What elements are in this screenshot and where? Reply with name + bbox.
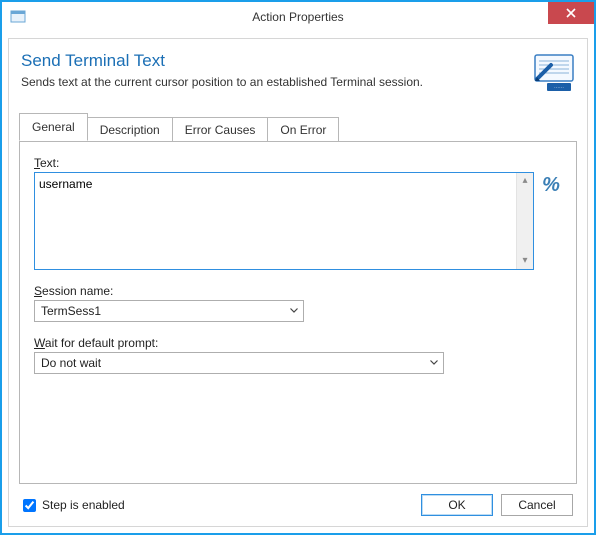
header-title: Send Terminal Text — [21, 51, 525, 71]
tab-description[interactable]: Description — [87, 117, 173, 142]
close-icon — [566, 8, 576, 18]
tab-general[interactable]: General — [19, 113, 88, 141]
terminal-keyboard-icon: ⋯⋯ — [533, 51, 575, 93]
text-input[interactable] — [35, 173, 516, 269]
step-enabled-label: Step is enabled — [42, 498, 125, 512]
svg-text:⋯⋯: ⋯⋯ — [554, 85, 564, 91]
dialog-body: Send Terminal Text Sends text at the cur… — [8, 38, 588, 527]
ok-button[interactable]: OK — [421, 494, 493, 516]
session-name-value: TermSess1 — [35, 304, 285, 318]
insert-variable-button[interactable]: % — [540, 174, 562, 197]
cancel-button[interactable]: Cancel — [501, 494, 573, 516]
dialog-window: Action Properties Send Terminal Text Sen… — [0, 0, 596, 535]
header-description: Sends text at the current cursor positio… — [21, 75, 525, 89]
app-icon — [10, 9, 26, 25]
tab-error-causes[interactable]: Error Causes — [172, 117, 269, 142]
session-name-combo[interactable]: TermSess1 — [34, 300, 304, 322]
session-name-label: Session name: — [34, 284, 562, 298]
tab-strip: General Description Error Causes On Erro… — [19, 113, 577, 141]
title-bar: Action Properties — [2, 2, 594, 32]
chevron-down-icon — [285, 301, 303, 321]
close-button[interactable] — [548, 2, 594, 24]
tab-panel-general: Text: ▴ ▾ % Session name: TermSess1 — [19, 141, 577, 484]
dialog-header: Send Terminal Text Sends text at the cur… — [19, 43, 577, 105]
scroll-up-icon: ▴ — [522, 176, 527, 186]
wait-prompt-value: Do not wait — [35, 356, 425, 370]
scroll-down-icon: ▾ — [522, 256, 527, 266]
window-title: Action Properties — [2, 10, 594, 24]
step-enabled-input[interactable] — [23, 499, 36, 512]
wait-prompt-combo[interactable]: Do not wait — [34, 352, 444, 374]
header-text: Send Terminal Text Sends text at the cur… — [21, 49, 525, 89]
step-enabled-checkbox[interactable]: Step is enabled — [23, 498, 125, 512]
wait-prompt-label: Wait for default prompt: — [34, 336, 562, 350]
chevron-down-icon — [425, 353, 443, 373]
text-input-wrapper: ▴ ▾ — [34, 172, 534, 270]
dialog-footer: Step is enabled OK Cancel — [19, 484, 577, 518]
text-scrollbar[interactable]: ▴ ▾ — [516, 173, 533, 269]
text-label: Text: — [34, 156, 562, 170]
tab-on-error[interactable]: On Error — [267, 117, 339, 142]
